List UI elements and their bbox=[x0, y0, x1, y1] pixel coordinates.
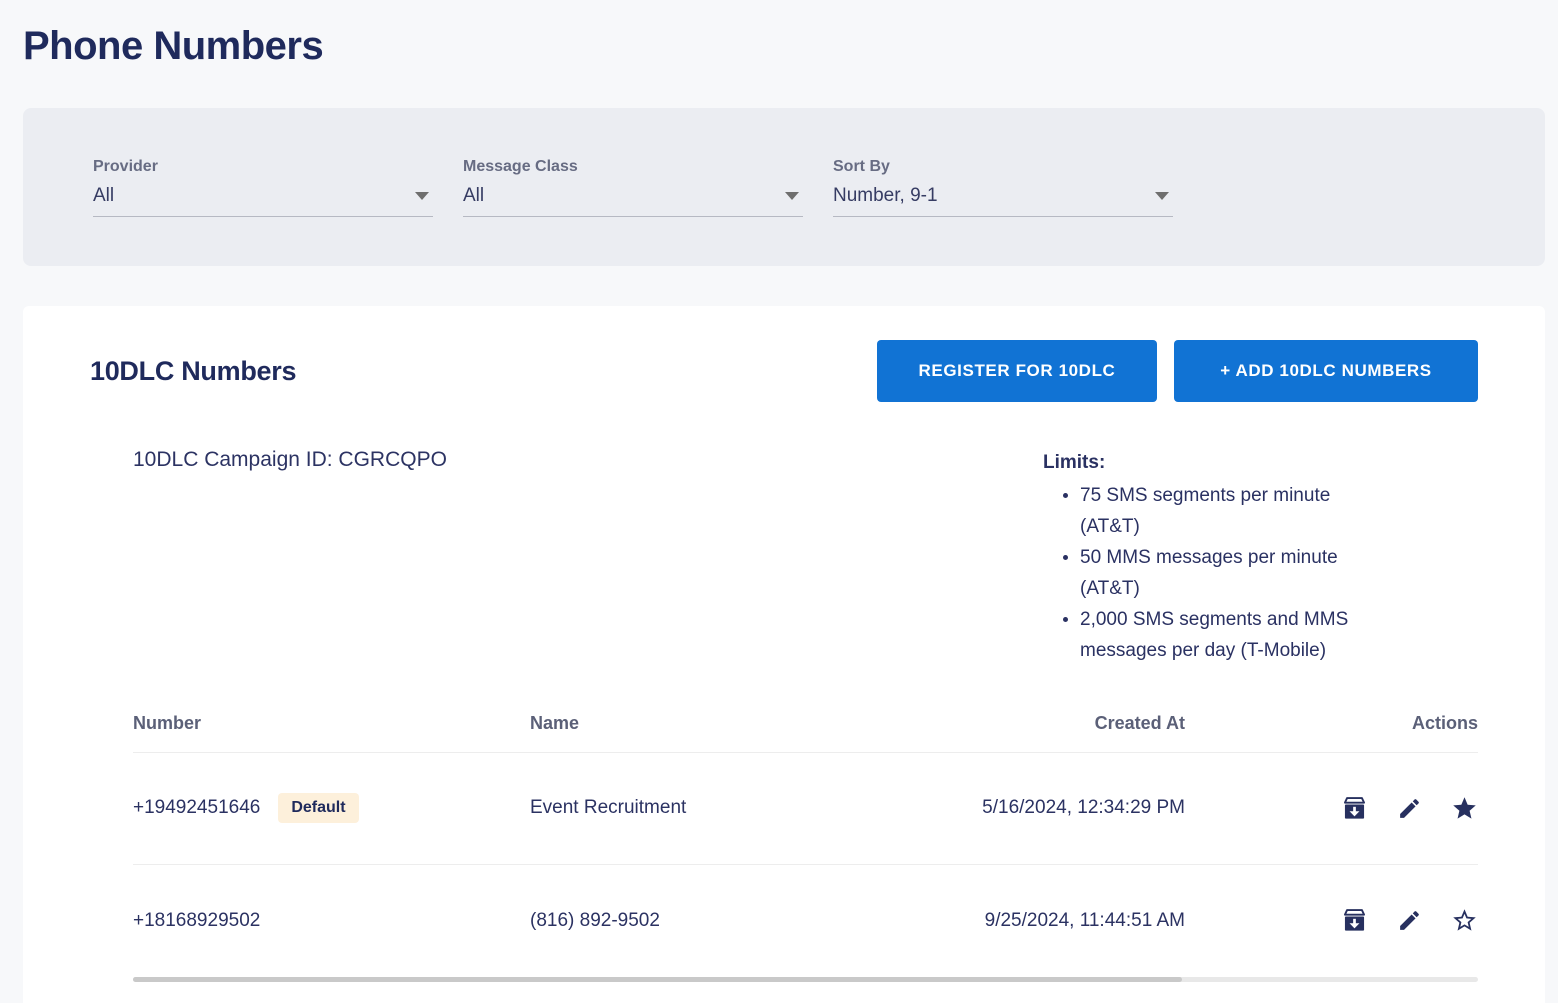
edit-pencil-icon bbox=[1397, 796, 1422, 821]
limits-block: Limits: 75 SMS segments per minute (AT&T… bbox=[1043, 448, 1478, 667]
chevron-down-icon bbox=[785, 192, 799, 200]
row-created-at: 9/25/2024, 11:44:51 AM bbox=[925, 910, 1185, 932]
table-row: +18168929502 (816) 892-9502 9/25/2024, 1… bbox=[133, 865, 1478, 977]
phone-numbers-page: Phone Numbers Provider All Message Class… bbox=[0, 20, 1558, 1003]
message-class-value: All bbox=[463, 185, 484, 207]
scrollbar-thumb[interactable] bbox=[133, 977, 1182, 982]
edit-number-button[interactable] bbox=[1397, 796, 1422, 821]
limit-item: 75 SMS segments per minute (AT&T) bbox=[1080, 481, 1375, 543]
row-name: (816) 892-9502 bbox=[530, 910, 925, 932]
register-for-10dlc-button[interactable]: REGISTER FOR 10DLC bbox=[877, 340, 1157, 402]
row-created-at: 5/16/2024, 12:34:29 PM bbox=[925, 797, 1185, 819]
limits-title: Limits: bbox=[1043, 448, 1478, 479]
star-filled-icon bbox=[1451, 795, 1478, 822]
row-number: +18168929502 bbox=[133, 910, 260, 932]
card-header: 10DLC Numbers REGISTER FOR 10DLC + ADD 1… bbox=[90, 340, 1478, 402]
favorite-button[interactable] bbox=[1451, 795, 1478, 822]
message-class-label: Message Class bbox=[463, 158, 803, 176]
archive-number-button[interactable] bbox=[1341, 907, 1368, 934]
star-outline-icon bbox=[1451, 907, 1478, 934]
row-number: +19492451646 bbox=[133, 797, 260, 819]
table-horizontal-scrollbar[interactable] bbox=[133, 977, 1478, 982]
campaign-id: 10DLC Campaign ID: CGRCQPO bbox=[133, 448, 447, 472]
message-class-select[interactable]: All bbox=[463, 185, 803, 217]
column-header-actions: Actions bbox=[1185, 713, 1478, 734]
column-header-name: Name bbox=[530, 713, 925, 734]
column-header-created-at: Created At bbox=[925, 713, 1185, 734]
sort-by-value: Number, 9-1 bbox=[833, 185, 938, 207]
filter-panel: Provider All Message Class All Sort By N… bbox=[23, 108, 1545, 266]
table-row: +19492451646 Default Event Recruitment 5… bbox=[133, 753, 1478, 865]
message-class-filter: Message Class All bbox=[463, 158, 803, 217]
campaign-info-row: 10DLC Campaign ID: CGRCQPO Limits: 75 SM… bbox=[90, 448, 1478, 667]
limit-item: 50 MMS messages per minute (AT&T) bbox=[1080, 543, 1375, 605]
column-header-number: Number bbox=[133, 713, 530, 734]
edit-number-button[interactable] bbox=[1397, 908, 1422, 933]
favorite-button[interactable] bbox=[1451, 907, 1478, 934]
sort-by-filter: Sort By Number, 9-1 bbox=[833, 158, 1173, 217]
table-body: +19492451646 Default Event Recruitment 5… bbox=[133, 753, 1478, 977]
row-name: Event Recruitment bbox=[530, 797, 925, 819]
add-10dlc-numbers-button[interactable]: + ADD 10DLC NUMBERS bbox=[1174, 340, 1478, 402]
table-header-row: Number Name Created At Actions bbox=[133, 713, 1478, 753]
archive-icon bbox=[1341, 907, 1368, 934]
archive-icon bbox=[1341, 795, 1368, 822]
provider-select[interactable]: All bbox=[93, 185, 433, 217]
archive-number-button[interactable] bbox=[1341, 795, 1368, 822]
numbers-card: 10DLC Numbers REGISTER FOR 10DLC + ADD 1… bbox=[23, 306, 1545, 1003]
edit-pencil-icon bbox=[1397, 908, 1422, 933]
chevron-down-icon bbox=[1155, 192, 1169, 200]
limits-list: 75 SMS segments per minute (AT&T) 50 MMS… bbox=[1043, 481, 1478, 667]
provider-label: Provider bbox=[93, 158, 433, 176]
section-title: 10DLC Numbers bbox=[90, 356, 296, 387]
sort-by-label: Sort By bbox=[833, 158, 1173, 176]
page-title: Phone Numbers bbox=[23, 20, 1545, 72]
card-actions: REGISTER FOR 10DLC + ADD 10DLC NUMBERS bbox=[877, 340, 1478, 402]
chevron-down-icon bbox=[415, 192, 429, 200]
numbers-table: Number Name Created At Actions +19492451… bbox=[133, 713, 1478, 977]
provider-filter: Provider All bbox=[93, 158, 433, 217]
sort-by-select[interactable]: Number, 9-1 bbox=[833, 185, 1173, 217]
default-badge: Default bbox=[278, 793, 358, 823]
limit-item: 2,000 SMS segments and MMS messages per … bbox=[1080, 605, 1375, 667]
provider-value: All bbox=[93, 185, 114, 207]
